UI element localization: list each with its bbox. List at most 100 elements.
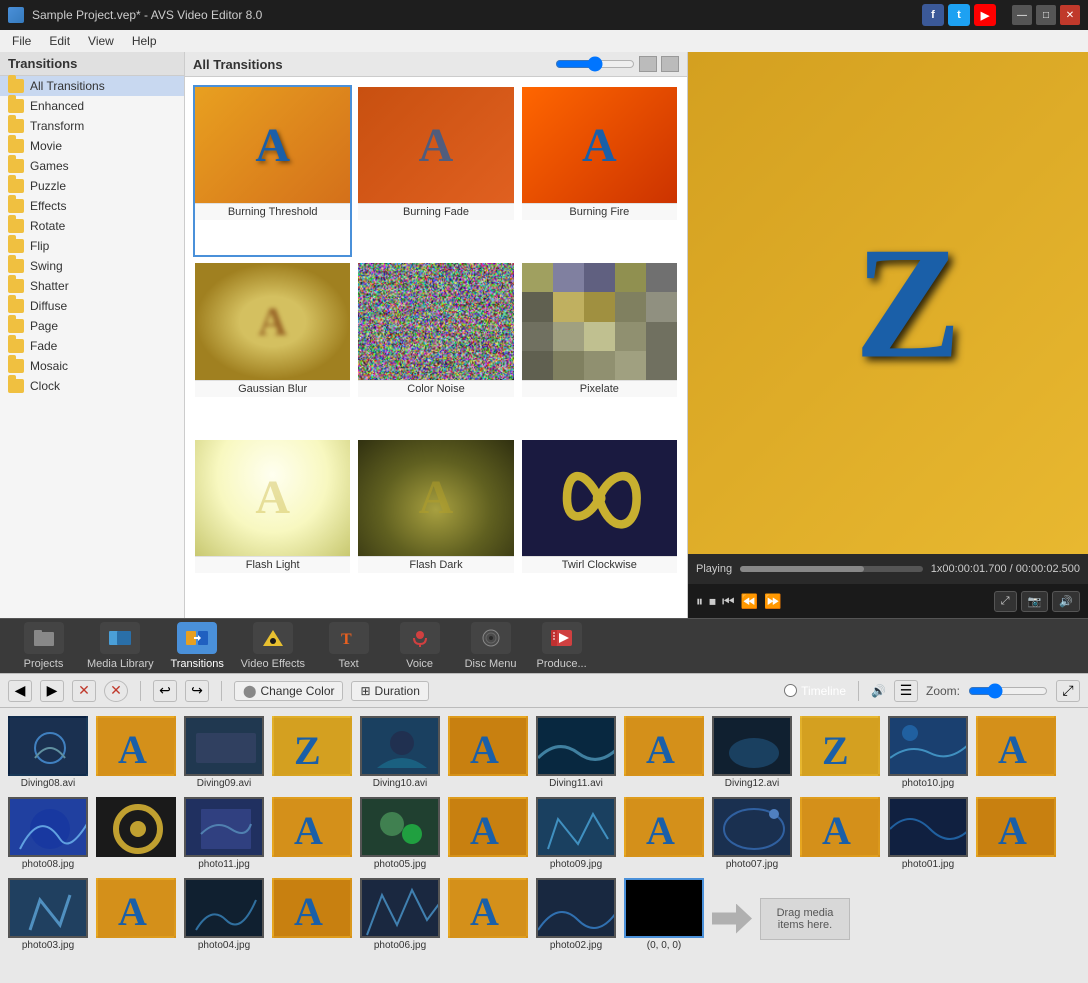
media-item-trans-a8[interactable]: A [800,797,880,870]
sidebar-item-clock[interactable]: Clock [0,376,184,396]
sidebar-item-puzzle[interactable]: Puzzle [0,176,184,196]
facebook-icon[interactable]: f [922,4,944,26]
media-item-photo11[interactable]: photo11.jpg [184,797,264,870]
sidebar-item-swing[interactable]: Swing [0,256,184,276]
media-item-trans-a9[interactable]: A [976,797,1056,870]
grid-view-small-button[interactable] [639,56,657,72]
media-item-trans-a7[interactable]: A [624,797,704,870]
sidebar-item-shatter[interactable]: Shatter [0,276,184,296]
toolbar-video-effects[interactable]: Video Effects [241,622,305,670]
toolbar-text[interactable]: T Text [321,622,376,670]
transition-burning-threshold[interactable]: A Burning Threshold [193,85,352,257]
transition-gaussian-blur[interactable]: A Gaussian Blur [193,261,352,433]
media-item-diving09[interactable]: Diving09.avi [184,716,264,789]
sidebar-item-movie[interactable]: Movie [0,136,184,156]
timeline-remove2-button[interactable]: ✕ [104,680,128,702]
sidebar-item-page[interactable]: Page [0,316,184,336]
menu-edit[interactable]: Edit [41,32,78,50]
sidebar-item-flip[interactable]: Flip [0,236,184,256]
transition-pixelate[interactable]: Pixelate [520,261,679,433]
timeline-nav-prev[interactable]: ◀ [8,680,32,702]
toolbar-voice[interactable]: Voice [392,622,447,670]
media-item-photo01[interactable]: photo01.jpg [888,797,968,870]
close-button[interactable]: ✕ [1060,5,1080,25]
youtube-icon[interactable]: ▶ [974,4,996,26]
timeline-redo-button[interactable]: ↪ [185,680,209,702]
media-item-black-frame[interactable]: (0, 0, 0) [624,878,704,951]
media-item-trans-a11[interactable]: A [272,878,352,951]
sidebar-item-games[interactable]: Games [0,156,184,176]
transition-burning-fade[interactable]: A Burning Fade [356,85,515,257]
media-item-photo02[interactable]: photo02.jpg [536,878,616,951]
sidebar-item-all-transitions[interactable]: All Transitions [0,76,184,96]
media-item-photo07[interactable]: photo07.jpg [712,797,792,870]
media-item-photo10[interactable]: photo10.jpg [888,716,968,789]
media-item-trans-z2[interactable]: Z [800,716,880,789]
preview-volume-button[interactable]: 🔊 [1052,591,1080,612]
playback-prev-button[interactable]: ⏮ [722,593,735,610]
toolbar-media-library[interactable]: Media Library [87,622,154,670]
media-item-photo09[interactable]: photo09.jpg [536,797,616,870]
media-item-photo06[interactable]: photo06.jpg [360,878,440,951]
menu-view[interactable]: View [80,32,122,50]
toolbar-transitions[interactable]: Transitions [170,622,225,670]
media-item-photo04[interactable]: photo04.jpg [184,878,264,951]
sidebar-item-enhanced[interactable]: Enhanced [0,96,184,116]
media-item-trans-a12[interactable]: A [448,878,528,951]
change-color-button[interactable]: ⬤ Change Color [234,681,343,701]
media-item-trans-a5[interactable]: A [272,797,352,870]
playback-forward-button[interactable]: ⏩ [764,593,781,610]
timeline-remove-button[interactable]: ✕ [72,680,96,702]
timeline-view-toggle[interactable]: Timeline [784,684,846,698]
media-item-trans-z1[interactable]: Z [272,716,352,789]
toolbar-projects[interactable]: Projects [16,622,71,670]
toolbar-disc-menu[interactable]: Disc Menu [463,622,518,670]
media-item-trans-a1[interactable]: A [96,716,176,789]
menu-file[interactable]: File [4,32,39,50]
media-item-diving11[interactable]: Diving11.avi [536,716,616,789]
transition-color-noise[interactable]: Color Noise [356,261,515,433]
sidebar-item-diffuse[interactable]: Diffuse [0,296,184,316]
preview-fit-button[interactable]: ⤢ [994,591,1017,612]
media-item-trans-a10[interactable]: A [96,878,176,951]
media-item-diving10[interactable]: Diving10.avi [360,716,440,789]
timeline-nav-next[interactable]: ▶ [40,680,64,702]
media-item-trans-a4[interactable]: A [976,716,1056,789]
playback-stop-button[interactable]: ⏹ [709,593,716,610]
timeline-list-view[interactable]: ☰ [894,680,918,702]
zoom-slider[interactable] [968,683,1048,699]
preview-progress-bar[interactable] [740,566,923,572]
sidebar-item-transform[interactable]: Transform [0,116,184,136]
preview-snapshot-button[interactable]: 📷 [1021,591,1049,612]
transition-flash-dark[interactable]: A Flash Dark [356,438,515,610]
duration-button[interactable]: ⊞ Duration [351,681,428,701]
sidebar-item-rotate[interactable]: Rotate [0,216,184,236]
media-item-photo03[interactable]: photo03.jpg [8,878,88,951]
sidebar-item-fade[interactable]: Fade [0,336,184,356]
media-item-photo08[interactable]: photo08.jpg [8,797,88,870]
playback-pause-button[interactable]: ⏸ [696,593,703,610]
timeline-expand-button[interactable]: ⤢ [1056,680,1080,702]
media-item-trans-a3[interactable]: A [624,716,704,789]
timeline-undo-button[interactable]: ↩ [153,680,177,702]
playback-rewind-button[interactable]: ⏪ [741,593,758,610]
media-item-trans-a2[interactable]: A [448,716,528,789]
media-item-diving08[interactable]: Diving08.avi [8,716,88,789]
minimize-button[interactable]: — [1012,5,1032,25]
transition-twirl-clockwise[interactable]: Twirl Clockwise [520,438,679,610]
grid-view-large-button[interactable] [661,56,679,72]
media-item-diving12[interactable]: Diving12.avi [712,716,792,789]
transition-flash-light[interactable]: A Flash Light [193,438,352,610]
timeline-radio[interactable] [784,684,797,697]
sidebar-item-mosaic[interactable]: Mosaic [0,356,184,376]
size-slider[interactable] [555,56,635,72]
media-item-trans-a6[interactable]: A [448,797,528,870]
media-item-trans-circle[interactable] [96,797,176,870]
sidebar-item-effects[interactable]: Effects [0,196,184,216]
toolbar-produce[interactable]: Produce... [534,622,589,670]
maximize-button[interactable]: □ [1036,5,1056,25]
media-item-photo05[interactable]: photo05.jpg [360,797,440,870]
transition-burning-fire[interactable]: A Burning Fire [520,85,679,257]
menu-help[interactable]: Help [124,32,165,50]
twitter-icon[interactable]: t [948,4,970,26]
